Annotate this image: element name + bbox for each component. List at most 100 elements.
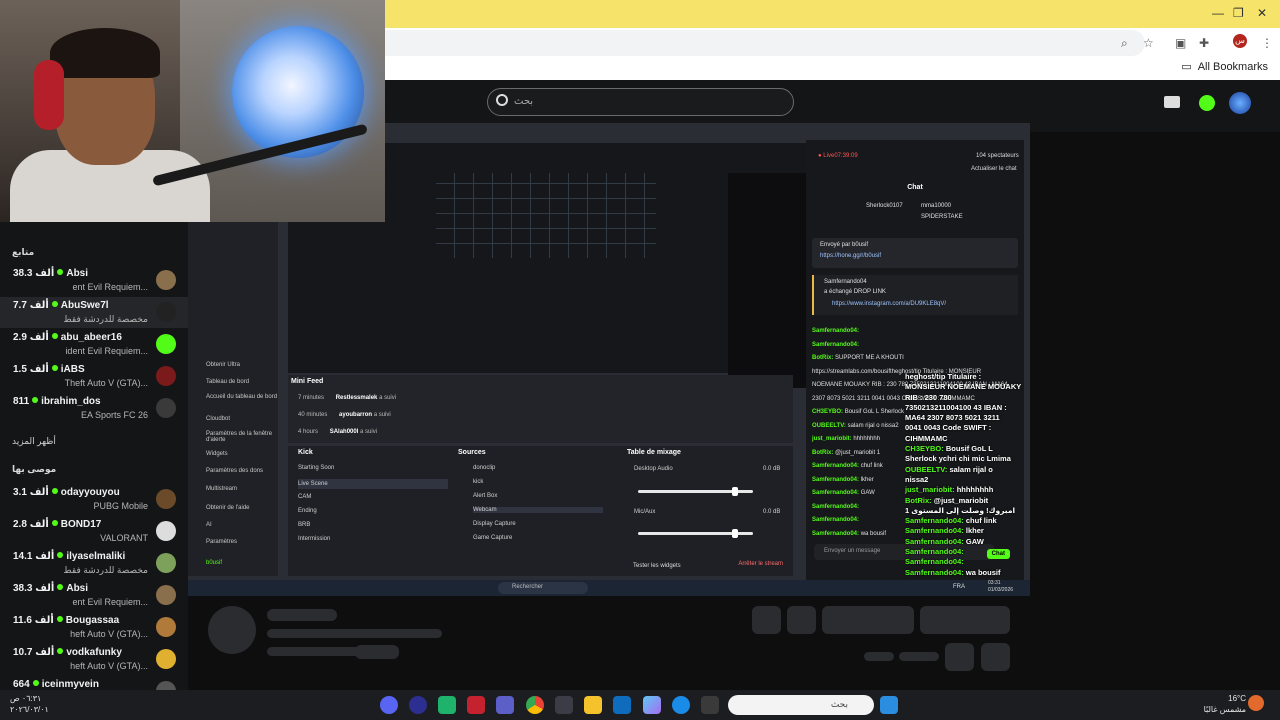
teams-icon[interactable] [496,696,514,714]
chrome-icon[interactable] [526,696,544,714]
volume-knob[interactable] [731,487,738,496]
menu-multistream[interactable]: Multistream [206,486,237,492]
channel-category: ...ent Evil Requiem [72,597,148,607]
menu-widgets[interactable]: Widgets [206,451,228,457]
overlay-chat-text: MONSIEUR NOEMANE MOUAKY [905,382,1022,392]
skeleton-avatar [208,606,256,654]
overlay-chat-line: Sherlock ychri chi mic Lmima [905,454,1025,464]
outlook-icon[interactable] [613,696,631,714]
windows-start-icon[interactable] [880,696,898,714]
sidebar-channel[interactable]: 811 ibrahim_dos EA Sports FC 26 [0,393,188,424]
overlay-chat-line: just_mariobit: hhhhhhhh [905,485,1025,495]
sidebar-channel[interactable]: 2.9 ألف abu_abeer16 ...ident Evil Requiem [0,329,188,360]
minimize-icon[interactable]: — [1212,6,1224,20]
menu-dashboard[interactable]: Tableau de bord [206,379,249,385]
drop-link[interactable]: https://www.instagram.com/a/DU9KLE8qV/ [832,301,946,307]
overlay-chat-user: Samfernando04: [905,516,964,526]
channel-avatar [156,617,176,637]
scene-item[interactable]: Live Scene [298,479,448,489]
sidebar-channel[interactable]: 2.8 ألف BOND17 VALORANT [0,516,188,547]
overlay-chat-line: OUBEELTV: salam rijal o [905,465,1025,475]
task-view-icon[interactable] [701,696,719,714]
extension-icon[interactable]: ▣ [1175,36,1186,50]
menu-cloudbot[interactable]: Cloudbot [206,416,230,422]
volume-knob[interactable] [731,529,738,538]
file-explorer-icon[interactable] [584,696,602,714]
app-circle-icon[interactable] [409,696,427,714]
volume-slider[interactable] [638,529,753,538]
chat-user: CH3EYBO: [812,409,844,415]
source-item[interactable]: Display Capture [473,521,516,527]
profile-avatar[interactable]: س [1233,34,1247,48]
discord-icon[interactable] [380,696,398,714]
menu-get-ultra[interactable]: Obtenir Ultra [206,362,240,368]
sidebar-channel[interactable]: 11.6 ألف Bougassaa ...heft Auto V (GTA) [0,612,188,643]
show-more-button[interactable]: أظهر المزيد [12,436,56,447]
store-icon[interactable] [555,696,573,714]
search-input[interactable]: بحث [487,88,794,116]
sidebar-channel[interactable]: 1.5 ألف iABS ...Theft Auto V (GTA) [0,361,188,392]
menu-donation-settings[interactable]: Paramètres des dons [206,468,263,474]
channel-name-line: 10.7 ألف vodkafunky [13,647,122,658]
test-widgets-button[interactable]: Tester les widgets [633,563,681,569]
sidebar-channel[interactable]: 38.3 ألف Absi ...ent Evil Requiem [0,265,188,296]
bookmarks-label: All Bookmarks [1197,60,1268,73]
sidebar-channel[interactable]: 14.1 ألف ilyaselmaliki مخصصة للدردشة فقط [0,548,188,579]
whatsapp-icon[interactable] [438,696,456,714]
user-avatar[interactable] [1229,92,1251,114]
adobe-icon[interactable] [467,696,485,714]
menu-ai[interactable]: AI [206,522,212,528]
edge-icon[interactable] [672,696,690,714]
sidebar-channel[interactable]: 10.7 ألف vodkafunky ...heft Auto V (GTA) [0,644,188,675]
kick-logo-icon[interactable] [1199,95,1215,111]
zoom-icon[interactable]: ⌕ [1121,36,1128,51]
menu-settings[interactable]: Paramètres [206,539,237,545]
overlay-chat-user: BotRix: [905,495,932,505]
menu-help[interactable]: Obtenir de l'aide [206,505,250,511]
theater-icon[interactable] [1164,96,1180,108]
channel-avatar [156,585,176,605]
chat-user: Samfernando04: [812,517,860,523]
chat-title: Chat [907,184,923,191]
source-item[interactable]: kick [473,479,483,485]
bookmark-star-icon[interactable]: ☆ [1143,36,1154,50]
sidebar-channel[interactable]: 3.1 ألف odayyouyou PUBG Mobile [0,484,188,515]
menu-account[interactable]: b0usif [206,560,222,566]
kick-sidebar: متابع 38.3 ألف Absi ...ent Evil Requiem 7.7… [0,222,188,690]
source-item[interactable]: Game Capture [473,535,512,541]
scene-item[interactable]: Starting Soon [298,465,334,471]
menu-alert-settings[interactable]: Paramètres de la fenêtre d'alerte [206,431,278,443]
pinned-link[interactable]: https://hone.gg/r/b0usif [820,253,881,259]
feed-action: a suivi [360,429,378,435]
all-bookmarks[interactable]: ▭ All Bookmarks [1181,60,1268,74]
sidebar-channel[interactable]: 7.7 ألف AbuSwe7l مخصصة للدردشة فقط [0,297,188,328]
channel-avatar [156,366,176,386]
scene-item[interactable]: CAM [298,494,311,500]
source-item[interactable]: Alert Box [473,493,497,499]
copilot-icon[interactable] [643,696,661,714]
taskbar-search[interactable]: بحث [728,695,874,715]
menu-dashboard-home[interactable]: Accueil du tableau de bord [206,394,277,400]
scene-item[interactable]: Intermission [298,536,330,542]
source-item[interactable]: Webcam [473,507,603,513]
scene-item[interactable]: BRB [298,522,310,528]
weather-widget[interactable]: 16°C مشمس غالبًا [1204,693,1246,715]
volume-slider[interactable] [638,487,753,496]
menu-kebab-icon[interactable]: ⋮ [1261,36,1273,50]
scene-item[interactable]: Ending [298,508,317,514]
overlay-chat-line: Samfernando04: [905,547,1025,557]
close-icon[interactable]: ✕ [1257,6,1267,20]
source-item[interactable]: donoclip [473,465,495,471]
address-bar[interactable] [385,30,1145,56]
channel-category: ...ident Evil Requiem [65,346,148,356]
sidebar-channel[interactable]: 38.3 ألف Absi ...ent Evil Requiem [0,580,188,611]
maximize-icon[interactable]: ❐ [1233,6,1244,20]
stop-stream-button[interactable]: Arrêter le stream [738,561,783,567]
chat-message: Samfernando04: chuf link [812,463,883,469]
sidebar-channel[interactable]: 664 iceinmyvein [0,676,188,690]
refresh-chat-button[interactable]: Actualiser le chat [971,166,1017,172]
chat-user: Samfernando04: [812,328,860,334]
chat-text: lkher [860,476,874,483]
screen-root: — ❐ ✕ ⌕ ☆ ▣ ✚ س ⋮ ▭ All Bookmarks بحث Ob… [0,0,1280,720]
puzzle-icon[interactable]: ✚ [1199,36,1209,50]
